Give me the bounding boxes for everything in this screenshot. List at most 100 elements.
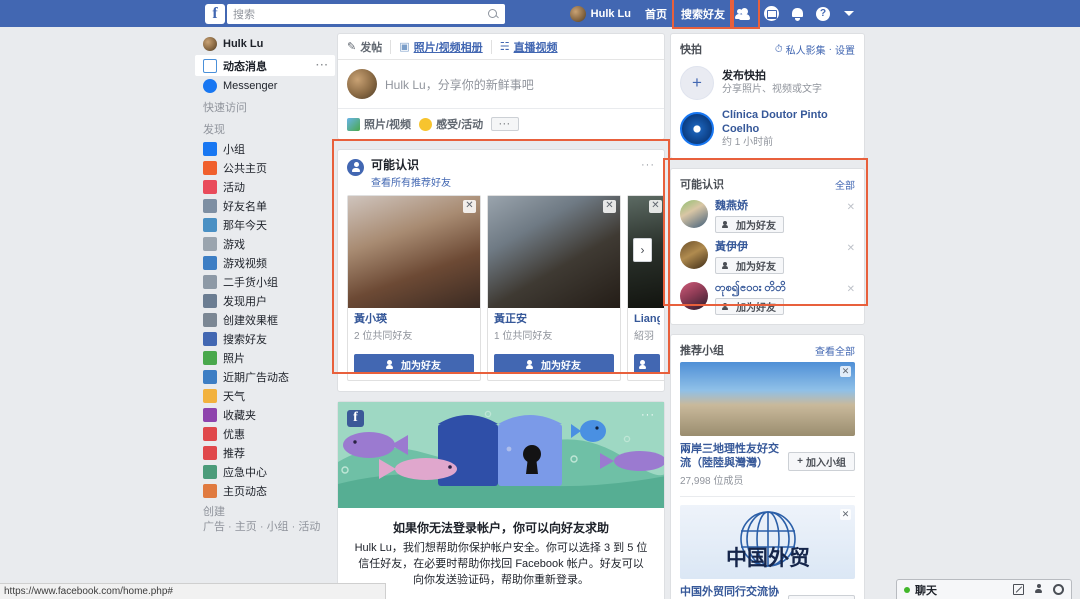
sidebar-item-18[interactable]: 应急中心 — [195, 462, 335, 481]
notifications-icon[interactable] — [784, 0, 810, 27]
sidebar-item-8[interactable]: 二手货小组 — [195, 272, 335, 291]
close-icon[interactable]: ✕ — [847, 202, 855, 213]
sidebar-item-19[interactable]: 主页动态 — [195, 481, 335, 500]
close-icon[interactable]: ✕ — [649, 200, 662, 213]
groups-see-all-link[interactable]: 查看全部 — [815, 343, 855, 358]
search-input[interactable]: 搜索 — [227, 3, 505, 24]
sidebar-item-label: 照片 — [223, 352, 245, 365]
join-group-button[interactable]: +加入小组 — [788, 452, 855, 471]
create-link-4[interactable]: 活动 — [298, 521, 320, 533]
sidebar-item-profile[interactable]: Hulk Lu — [195, 33, 335, 55]
add-friend-icon — [639, 359, 650, 369]
sidebar-item-6[interactable]: 游戏 — [195, 234, 335, 253]
composer-feeling-activity-button[interactable]: 感受/活动 — [419, 116, 483, 132]
sidebar-create-links[interactable]: 广告 · 主页 · 小组 · 活动 — [195, 520, 335, 535]
story-item[interactable]: Clínica Doutor Pinto Coelho 约 1 小时前 — [671, 108, 864, 158]
sidebar-item-13[interactable]: 近期广告动态 — [195, 367, 335, 386]
pymk-card-item[interactable]: ✕ 黃小瑛 2 位共同好友 加为好友 — [347, 195, 481, 381]
sidebar-item-15[interactable]: 收藏夹 — [195, 405, 335, 424]
friend-requests-icon[interactable] — [730, 0, 760, 29]
group-item[interactable]: 中国外贸 ✕ 中国外贸同行交流协会2,957 位成员+加入小组 — [671, 505, 864, 599]
sidebar-item-1[interactable]: 小组 — [195, 139, 335, 158]
sidebar-item-16[interactable]: 优惠 — [195, 424, 335, 443]
close-icon[interactable]: ✕ — [463, 200, 476, 213]
suggestion-row[interactable]: 魏燕娇加为好友 ✕ — [671, 196, 864, 237]
chat-bar[interactable]: 聊天 — [896, 579, 1072, 599]
close-icon[interactable]: ✕ — [603, 200, 616, 213]
sidebar-item-2[interactable]: 公共主页 — [195, 158, 335, 177]
facebook-logo-icon: f — [347, 410, 364, 427]
find-friends-link[interactable]: 搜索好友 — [672, 0, 734, 29]
sidebar-item-14[interactable]: 天气 — [195, 386, 335, 405]
pymk-card-item[interactable]: ✕ Liang 紹羽 — [627, 195, 664, 381]
stories-settings-link[interactable]: 设置 — [835, 42, 855, 57]
close-icon[interactable]: ✕ — [840, 366, 851, 377]
add-friend-button[interactable]: 加为好友 — [715, 257, 784, 274]
suggestion-name[interactable]: 黃伊伊 — [715, 241, 784, 254]
right-sidebar: 快拍 ⏱ 私人影集 · 设置 + 发布快拍 分享照片、视频或文字 Clínica — [670, 33, 865, 599]
create-link-1[interactable]: 广告 — [203, 521, 225, 533]
pymk-next-arrow-button[interactable]: › — [633, 238, 652, 262]
sidebar-item-5[interactable]: 那年今天 — [195, 215, 335, 234]
tab-live-video[interactable]: ☵ 直播视频 — [492, 39, 566, 55]
group-item[interactable]: ✕ 兩岸三地理性友好交流（陸陸與灣灣） 27,998 位成员 + 加入小组 — [671, 362, 864, 496]
facebook-logo-icon[interactable]: f — [205, 3, 225, 24]
friend-name[interactable]: 黃小瑛 — [354, 313, 474, 326]
friends-list-icon[interactable] — [1033, 584, 1044, 595]
friend-meta: 黃正安 1 位共同好友 — [488, 308, 620, 348]
pymk-more-icon[interactable]: ··· — [641, 159, 655, 171]
close-icon[interactable]: ✕ — [847, 243, 855, 254]
chat-bar-icons — [1013, 584, 1064, 595]
suggestions-see-all-link[interactable]: 全部 — [835, 177, 855, 192]
composer-more-button[interactable]: ··· — [491, 117, 520, 131]
friend-name[interactable]: Liang — [634, 313, 660, 326]
sidebar-item-9[interactable]: 发现用户 — [195, 291, 335, 310]
tab-photo-album[interactable]: ▣ 照片/视频相册 — [391, 39, 490, 55]
composer-input-row[interactable]: Hulk Lu，分享你的新鲜事吧 — [338, 60, 664, 108]
profile-link[interactable]: Hulk Lu — [563, 0, 638, 27]
settings-gear-icon[interactable] — [1053, 584, 1064, 595]
sidebar-item-messenger[interactable]: Messenger — [195, 76, 335, 95]
search-icon[interactable] — [488, 9, 497, 18]
account-menu-caret-icon[interactable] — [836, 0, 862, 27]
add-friend-button[interactable]: 加为好友 — [715, 298, 784, 315]
suggestion-name[interactable]: တုစ၍ၔ၀ဝး တိတိ — [715, 282, 786, 295]
sidebar-header-explore: 发现 — [203, 124, 225, 136]
close-icon[interactable]: ✕ — [840, 509, 851, 520]
suggestion-name[interactable]: 魏燕娇 — [715, 200, 784, 213]
messenger-icon[interactable] — [758, 0, 784, 27]
create-story-row[interactable]: + 发布快拍 分享照片、视频或文字 — [671, 61, 864, 108]
pymk-see-all-link[interactable]: 查看所有推荐好友 — [371, 174, 451, 189]
group-name[interactable]: 中国外贸同行交流协会 — [680, 585, 788, 599]
create-link-3[interactable]: 小组 — [267, 521, 289, 533]
sidebar-item-4[interactable]: 好友名单 — [195, 196, 335, 215]
composer-photo-video-button[interactable]: 照片/视频 — [347, 116, 411, 132]
on-this-day-clock-icon — [203, 217, 217, 232]
private-album-link[interactable]: 私人影集 — [786, 42, 826, 57]
help-icon[interactable]: ? — [810, 0, 836, 27]
join-group-button[interactable]: +加入小组 — [788, 595, 855, 599]
sidebar-item-10[interactable]: 创建效果框 — [195, 310, 335, 329]
add-friend-button[interactable]: 加为好友 — [494, 354, 614, 374]
add-friend-button[interactable]: 加为好友 — [715, 216, 784, 233]
sidebar-item-17[interactable]: 推荐 — [195, 443, 335, 462]
security-card-more-icon[interactable]: ··· — [641, 409, 655, 421]
sidebar-item-7[interactable]: 游戏视频 — [195, 253, 335, 272]
sidebar-item-12[interactable]: 照片 — [195, 348, 335, 367]
friend-name[interactable]: 黃正安 — [494, 313, 614, 326]
suggestion-row[interactable]: 黃伊伊加为好友 ✕ — [671, 237, 864, 278]
sidebar-item-11[interactable]: 搜索好友 — [195, 329, 335, 348]
tab-make-post[interactable]: ✎ 发帖 — [347, 39, 390, 55]
sidebar-item-3[interactable]: 活动 — [195, 177, 335, 196]
sidebar-news-feed-more-icon[interactable]: ··· — [316, 60, 329, 71]
add-friend-button[interactable] — [634, 354, 660, 374]
compose-icon[interactable] — [1013, 584, 1024, 595]
pymk-card-item[interactable]: ✕ 黃正安 1 位共同好友加为好友 — [487, 195, 621, 381]
sidebar-item-news-feed[interactable]: 动态消息 ··· — [195, 55, 335, 76]
add-friend-button[interactable]: 加为好友 — [354, 354, 474, 374]
close-icon[interactable]: ✕ — [847, 284, 855, 295]
home-link[interactable]: 首页 — [638, 0, 674, 27]
create-link-2[interactable]: 主页 — [235, 521, 257, 533]
suggestion-row[interactable]: တုစ၍ၔ၀ဝး တိတိ 加为好友 ✕ — [671, 278, 864, 319]
group-name[interactable]: 兩岸三地理性友好交流（陸陸與灣灣） — [680, 442, 788, 470]
